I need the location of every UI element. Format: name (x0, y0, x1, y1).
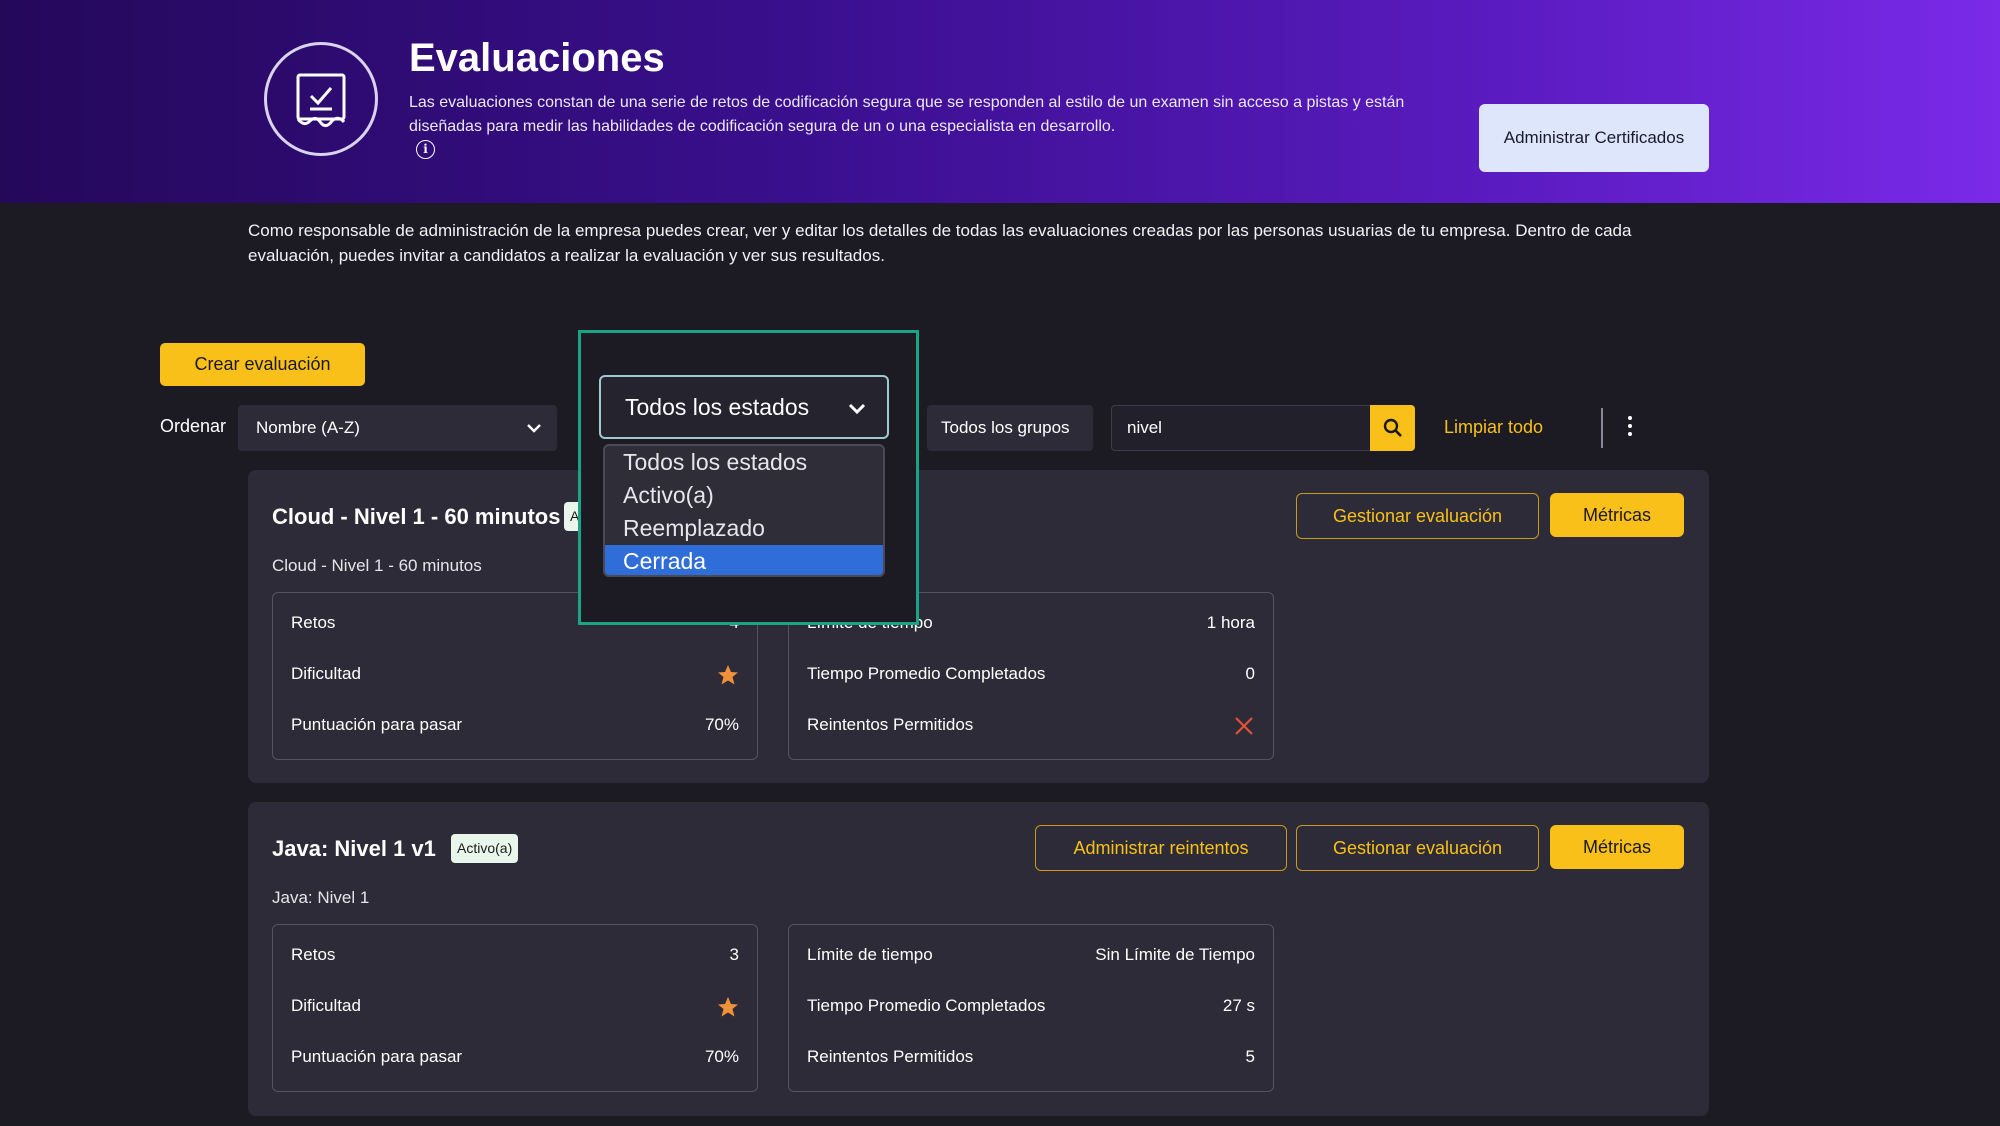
stat-row-avg-time: Tiempo Promedio Completados 27 s (807, 996, 1255, 1015)
sort-select[interactable]: Nombre (A-Z) (238, 405, 557, 451)
manage-assessment-button[interactable]: Gestionar evaluación (1296, 825, 1539, 871)
metrics-button[interactable]: Métricas (1550, 825, 1684, 869)
chevron-down-icon (527, 424, 541, 433)
stat-row-difficulty: Dificultad (291, 664, 739, 688)
sort-select-value: Nombre (A-Z) (256, 418, 360, 437)
page-title: Evaluaciones (409, 36, 665, 80)
clear-all-link[interactable]: Limpiar todo (1444, 417, 1543, 438)
search-icon (1383, 418, 1402, 437)
assessment-subtitle: Java: Nivel 1 (272, 888, 370, 907)
page-header: Evaluaciones Las evaluaciones constan de… (0, 0, 2000, 203)
assessment-subtitle: Cloud - Nivel 1 - 60 minutos (272, 556, 482, 575)
star-icon (718, 997, 738, 1017)
stat-row-retries: Reintentos Permitidos 5 (807, 1047, 1255, 1066)
assessment-title[interactable]: Java: Nivel 1 v1 (272, 836, 436, 862)
chevron-down-icon (848, 403, 866, 415)
status-filter-highlight: Todos los estados Todos los estados Acti… (578, 330, 919, 625)
metrics-button[interactable]: Métricas (1550, 493, 1684, 537)
star-icon (718, 665, 738, 685)
status-filter-select[interactable]: Todos los estados (599, 375, 889, 439)
stat-row-difficulty: Dificultad (291, 996, 739, 1020)
more-options-icon[interactable] (1622, 416, 1638, 440)
stat-row-time-limit: Límite de tiempo Sin Límite de Tiempo (807, 945, 1255, 964)
intro-text: Como responsable de administración de la… (248, 221, 1632, 265)
status-option-all[interactable]: Todos los estados (605, 446, 883, 479)
manage-retries-button[interactable]: Administrar reintentos (1035, 825, 1287, 871)
status-options-list: Todos los estados Activo(a) Reemplazado … (603, 444, 885, 577)
group-filter-select[interactable]: Todos los grupos (927, 405, 1093, 451)
stat-row-retries: Reintentos Permitidos (807, 715, 1255, 739)
assessment-card: Cloud - Nivel 1 - 60 minutos Activo(a) C… (248, 470, 1709, 783)
page-description: Las evaluaciones constan de una serie de… (409, 94, 1405, 135)
assessment-stats-panel: Retos 3 Dificultad Puntuación para pasar… (272, 924, 758, 1092)
stat-row-passing-score: Puntuación para pasar 70% (291, 1047, 739, 1066)
search-button[interactable] (1370, 405, 1415, 451)
stat-row-avg-time: Tiempo Promedio Completados 0 (807, 664, 1255, 683)
assessment-title[interactable]: Cloud - Nivel 1 - 60 minutos (272, 504, 560, 530)
status-option-replaced[interactable]: Reemplazado (605, 512, 883, 545)
sort-label: Ordenar (160, 416, 227, 436)
status-badge: Activo(a) (451, 834, 519, 863)
info-icon[interactable]: i (416, 140, 435, 159)
manage-assessment-button[interactable]: Gestionar evaluación (1296, 493, 1539, 539)
status-option-closed[interactable]: Cerrada (605, 545, 883, 575)
create-assessment-button[interactable]: Crear evaluación (160, 343, 365, 386)
status-select-value: Todos los estados (625, 394, 810, 420)
status-option-active[interactable]: Activo(a) (605, 479, 883, 512)
toolbar-divider (1601, 408, 1603, 448)
assessment-time-panel: Límite de tiempo Sin Límite de Tiempo Ti… (788, 924, 1274, 1092)
search-input[interactable] (1111, 405, 1370, 451)
assessment-logo-icon (264, 42, 378, 156)
stat-row-challenges: Retos 3 (291, 945, 739, 964)
stat-row-passing-score: Puntuación para pasar 70% (291, 715, 739, 734)
admin-certificates-button[interactable]: Administrar Certificados (1479, 104, 1709, 172)
assessment-card: Java: Nivel 1 v1 Activo(a) Java: Nivel 1… (248, 802, 1709, 1116)
cross-icon (1235, 717, 1253, 735)
